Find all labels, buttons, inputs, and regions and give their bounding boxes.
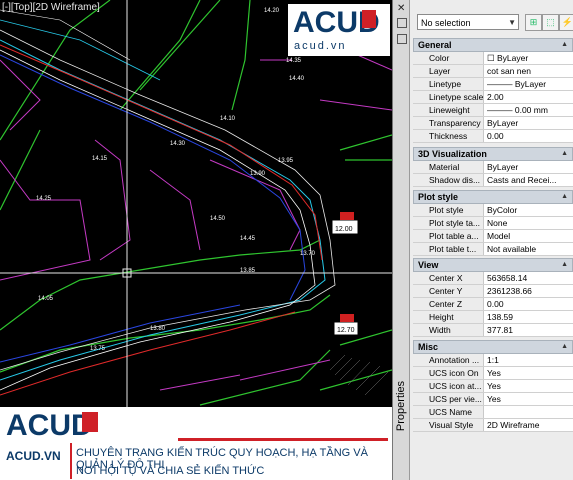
property-row[interactable]: Plot table a... Model — [413, 230, 573, 243]
collapse-icon: ▲ — [561, 41, 568, 48]
elevation-text: 14.05 — [38, 296, 54, 302]
auto-hide-icon[interactable] — [397, 18, 407, 28]
elevation-text: 14.50 — [210, 216, 226, 222]
collapse-icon: ▲ — [561, 343, 568, 350]
viewport-label[interactable]: [-][Top][2D Wireframe] — [2, 2, 100, 13]
palette-options-icon[interactable] — [397, 34, 407, 44]
collapse-icon: ▲ — [561, 261, 568, 268]
section-view: View ▲ Center X 563658.14 Center Y 2361238.… — [413, 258, 573, 337]
site-boundaries — [0, 0, 392, 406]
section-header[interactable]: Plot style ▲ — [413, 190, 573, 204]
property-row[interactable]: Center X 563658.14 — [413, 272, 573, 285]
property-row[interactable]: Transparency ByLayer — [413, 117, 573, 130]
property-row[interactable]: Lineweight ——— 0.00 mm — [413, 104, 573, 117]
section-misc: Misc ▲ Annotation ... 1:1 UCS icon On Yes U… — [413, 340, 573, 432]
acud-logo-top: ACUD acud.vn — [288, 4, 390, 56]
tag-text: 12.70 — [337, 327, 355, 334]
elevation-text: 13.70 — [300, 251, 316, 257]
lot-lines — [0, 29, 392, 391]
palette-titlebar[interactable]: ✕ Properties — [393, 0, 410, 480]
section-header[interactable]: 3D Visualization ▲ — [413, 147, 573, 161]
select-objects-button[interactable]: ⬚ — [542, 14, 559, 31]
property-row[interactable]: UCS per vie... Yes — [413, 393, 573, 406]
crosshair-cursor — [0, 0, 392, 407]
property-row[interactable]: Center Y 2361238.66 — [413, 285, 573, 298]
section-header[interactable]: Misc ▲ — [413, 340, 573, 354]
hatch-pattern — [329, 354, 389, 396]
elevation-text: 14.10 — [220, 116, 236, 122]
elevation-text: 14.25 — [36, 196, 52, 202]
property-row[interactable]: Thickness 0.00 — [413, 130, 573, 143]
palette-title: Properties — [395, 380, 407, 432]
elevation-text: 14.20 — [264, 8, 280, 14]
banner-mark-icon — [82, 412, 98, 432]
tag-text: 12.00 — [335, 226, 353, 233]
elevation-text: 13.80 — [150, 326, 166, 332]
elevation-text: 14.15 — [92, 156, 108, 162]
banner-tagline-2: NƠI HỘI TỤ VÀ CHIA SẺ KIẾN THỨC — [76, 465, 265, 477]
collapse-icon: ▲ — [561, 150, 568, 157]
section-header[interactable]: View ▲ — [413, 258, 573, 272]
close-icon[interactable]: ✕ — [397, 3, 405, 14]
elevation-text: 13.90 — [250, 171, 266, 177]
property-row[interactable]: UCS icon at... Yes — [413, 380, 573, 393]
drawing-viewport[interactable]: [-][Top][2D Wireframe] 14.20 14.35 14.40… — [0, 0, 392, 480]
property-row[interactable]: UCS Name — [413, 406, 573, 419]
banner-divider — [178, 438, 388, 441]
elevation-text: 14.30 — [170, 141, 186, 147]
property-row[interactable]: Plot style ta... None — [413, 217, 573, 230]
elevation-text: 14.35 — [286, 58, 302, 64]
property-row[interactable]: Plot table t... Not available — [413, 243, 573, 256]
elevation-text: 14.40 — [289, 76, 305, 82]
chevron-down-icon: ▼ — [508, 18, 516, 27]
selection-value: No selection — [421, 18, 471, 28]
section-header[interactable]: General ▲ — [413, 38, 573, 52]
property-row[interactable]: Linetype scale 2.00 — [413, 91, 573, 104]
property-row[interactable]: Visual Style 2D Wireframe — [413, 419, 573, 432]
property-row[interactable]: Center Z 0.00 — [413, 298, 573, 311]
selection-dropdown[interactable]: No selection ▼ — [417, 14, 519, 30]
elevation-text: 14.45 — [240, 236, 256, 242]
property-row[interactable]: Annotation ... 1:1 — [413, 354, 573, 367]
property-row[interactable]: Layer cot san nen — [413, 65, 573, 78]
property-row[interactable]: Linetype ——— ByLayer — [413, 78, 573, 91]
elevation-text: 13.95 — [278, 158, 294, 164]
property-row[interactable]: Shadow dis... Casts and Recei... — [413, 174, 573, 187]
logo-mark-icon — [362, 10, 376, 28]
elevation-tag: 12.00 — [331, 212, 359, 235]
section-general: General ▲ Color ☐ ByLayer Layer cot san nen… — [413, 38, 573, 143]
logo-subtitle: acud.vn — [294, 40, 347, 52]
property-row[interactable]: Height 138.59 — [413, 311, 573, 324]
banner-brand: ACUD — [6, 409, 93, 442]
banner-site: ACUD.VN — [6, 449, 61, 463]
palette-content: No selection ▼ ⊞ ⬚ ⚡ General ▲ Color ☐ ByL… — [413, 0, 573, 480]
property-row[interactable]: Width 377.81 — [413, 324, 573, 337]
elevation-tag: 12.70 — [333, 314, 359, 336]
property-row[interactable]: Plot style ByColor — [413, 204, 573, 217]
quick-select-button[interactable]: ⚡ — [559, 14, 573, 31]
toggle-pickadd-button[interactable]: ⊞ — [525, 14, 542, 31]
property-row[interactable]: Color ☐ ByLayer — [413, 52, 573, 65]
banner-vertical-divider — [70, 443, 72, 479]
section-plot-style: Plot style ▲ Plot style ByColor Plot style… — [413, 190, 573, 256]
property-row[interactable]: UCS icon On Yes — [413, 367, 573, 380]
elevation-text: 13.75 — [90, 346, 106, 352]
property-row[interactable]: Material ByLayer — [413, 161, 573, 174]
properties-palette[interactable]: ✕ Properties No selection ▼ ⊞ ⬚ ⚡ Genera… — [392, 0, 573, 480]
selection-toolbar: No selection ▼ ⊞ ⬚ ⚡ — [417, 14, 573, 32]
section-3d-visualization: 3D Visualization ▲ Material ByLayer Shadow… — [413, 147, 573, 187]
acud-banner: ACUD ACUD.VN CHUYÊN TRANG KIẾN TRÚC QUY … — [0, 407, 392, 480]
collapse-icon: ▲ — [561, 193, 568, 200]
road-alignment — [0, 9, 336, 396]
